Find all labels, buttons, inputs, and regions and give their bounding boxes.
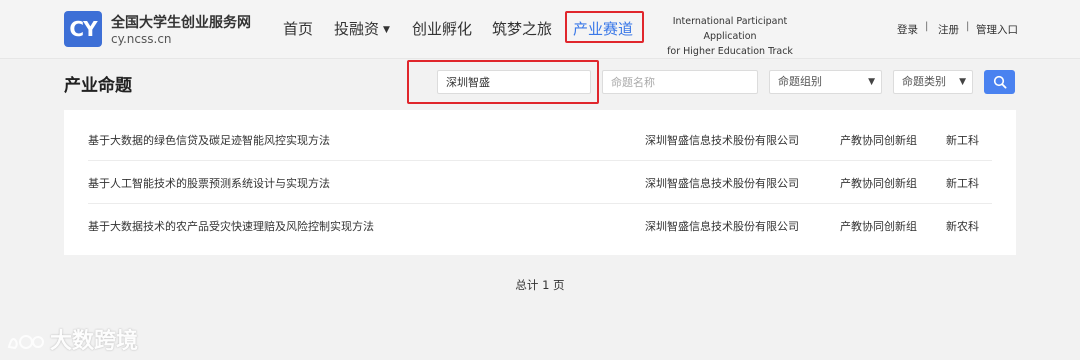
proposition-group: 产教协同创新组: [840, 134, 917, 147]
proposition-list: 基于大数据的绿色信贷及碳足迹智能风控实现方法 深圳智盛信息技术股份有限公司 产教…: [64, 110, 1016, 255]
table-row[interactable]: 基于大数据技术的农产品受灾快速理赔及风险控制实现方法 深圳智盛信息技术股份有限公…: [88, 203, 992, 246]
table-row[interactable]: 基于大数据的绿色信贷及碳足迹智能风控实现方法 深圳智盛信息技术股份有限公司 产教…: [88, 117, 992, 161]
chevron-down-icon: ▼: [383, 25, 390, 35]
nav-home-label: 首页: [283, 20, 314, 38]
proposition-category: 新工科: [946, 177, 979, 190]
proposition-type-select[interactable]: 命题类别 ▼: [893, 70, 973, 94]
watermark-text: 大数跨境: [50, 329, 139, 354]
intl-line-1: International Participant Application: [672, 16, 788, 42]
register-link[interactable]: 注册: [938, 22, 959, 37]
proposition-group-select-value: 命题组别: [778, 75, 822, 88]
watermark-logo-icon: [7, 335, 44, 350]
proposition-group-select[interactable]: 命题组别 ▼: [769, 70, 882, 94]
search-icon: [993, 75, 1007, 89]
intl-application-link[interactable]: International Participant Application fo…: [650, 14, 810, 59]
nav-investment-label: 投融资: [334, 20, 380, 38]
nav-industry-track-label: 产业赛道: [573, 20, 634, 38]
site-title[interactable]: 全国大学生创业服务网: [111, 12, 251, 32]
watermark: 大数跨境: [6, 323, 138, 355]
proposition-category: 新农科: [946, 220, 979, 233]
company-name: 深圳智盛信息技术股份有限公司: [645, 134, 799, 147]
proposition-title[interactable]: 基于大数据技术的农产品受灾快速理赔及风险控制实现方法: [88, 218, 374, 234]
proposition-type-select-value: 命题类别: [902, 75, 946, 88]
intl-line-2: for Higher Education Track: [667, 46, 793, 57]
admin-entry-link[interactable]: 管理入口: [976, 22, 1018, 37]
search-button[interactable]: [984, 70, 1015, 94]
nav-home[interactable]: 首页: [283, 18, 313, 39]
chevron-down-icon: ▼: [868, 77, 875, 87]
site-logo-icon[interactable]: CY: [64, 11, 102, 47]
nav-incubation-label: 创业孵化: [412, 20, 473, 38]
proposition-title[interactable]: 基于人工智能技术的股票预测系统设计与实现方法: [88, 175, 330, 191]
keyword-search-input[interactable]: [437, 70, 591, 94]
nav-incubation[interactable]: 创业孵化: [412, 18, 472, 39]
proposition-group: 产教协同创新组: [840, 220, 917, 233]
table-row[interactable]: 基于人工智能技术的股票预测系统设计与实现方法 深圳智盛信息技术股份有限公司 产教…: [88, 160, 992, 204]
proposition-name-input[interactable]: [602, 70, 758, 94]
pagination-total: 总计 1 页: [515, 278, 565, 292]
nav-dream-journey-label: 筑梦之旅: [492, 20, 553, 38]
separator: |: [925, 21, 929, 32]
separator: |: [966, 21, 970, 32]
nav-investment[interactable]: 投融资 ▼: [334, 18, 390, 39]
company-name: 深圳智盛信息技术股份有限公司: [645, 177, 799, 190]
proposition-category: 新工科: [946, 134, 979, 147]
page-title: 产业命题: [64, 76, 132, 96]
top-navbar: CY 全国大学生创业服务网 cy.ncss.cn 首页 投融资 ▼ 创业孵化 筑梦…: [0, 0, 1080, 59]
site-domain: cy.ncss.cn: [111, 32, 172, 46]
nav-dream-journey[interactable]: 筑梦之旅: [492, 18, 552, 39]
company-name: 深圳智盛信息技术股份有限公司: [645, 220, 799, 233]
login-link[interactable]: 登录: [897, 22, 918, 37]
proposition-title[interactable]: 基于大数据的绿色信贷及碳足迹智能风控实现方法: [88, 132, 330, 148]
nav-industry-track[interactable]: 产业赛道: [573, 18, 633, 39]
chevron-down-icon: ▼: [959, 77, 966, 87]
proposition-group: 产教协同创新组: [840, 177, 917, 190]
